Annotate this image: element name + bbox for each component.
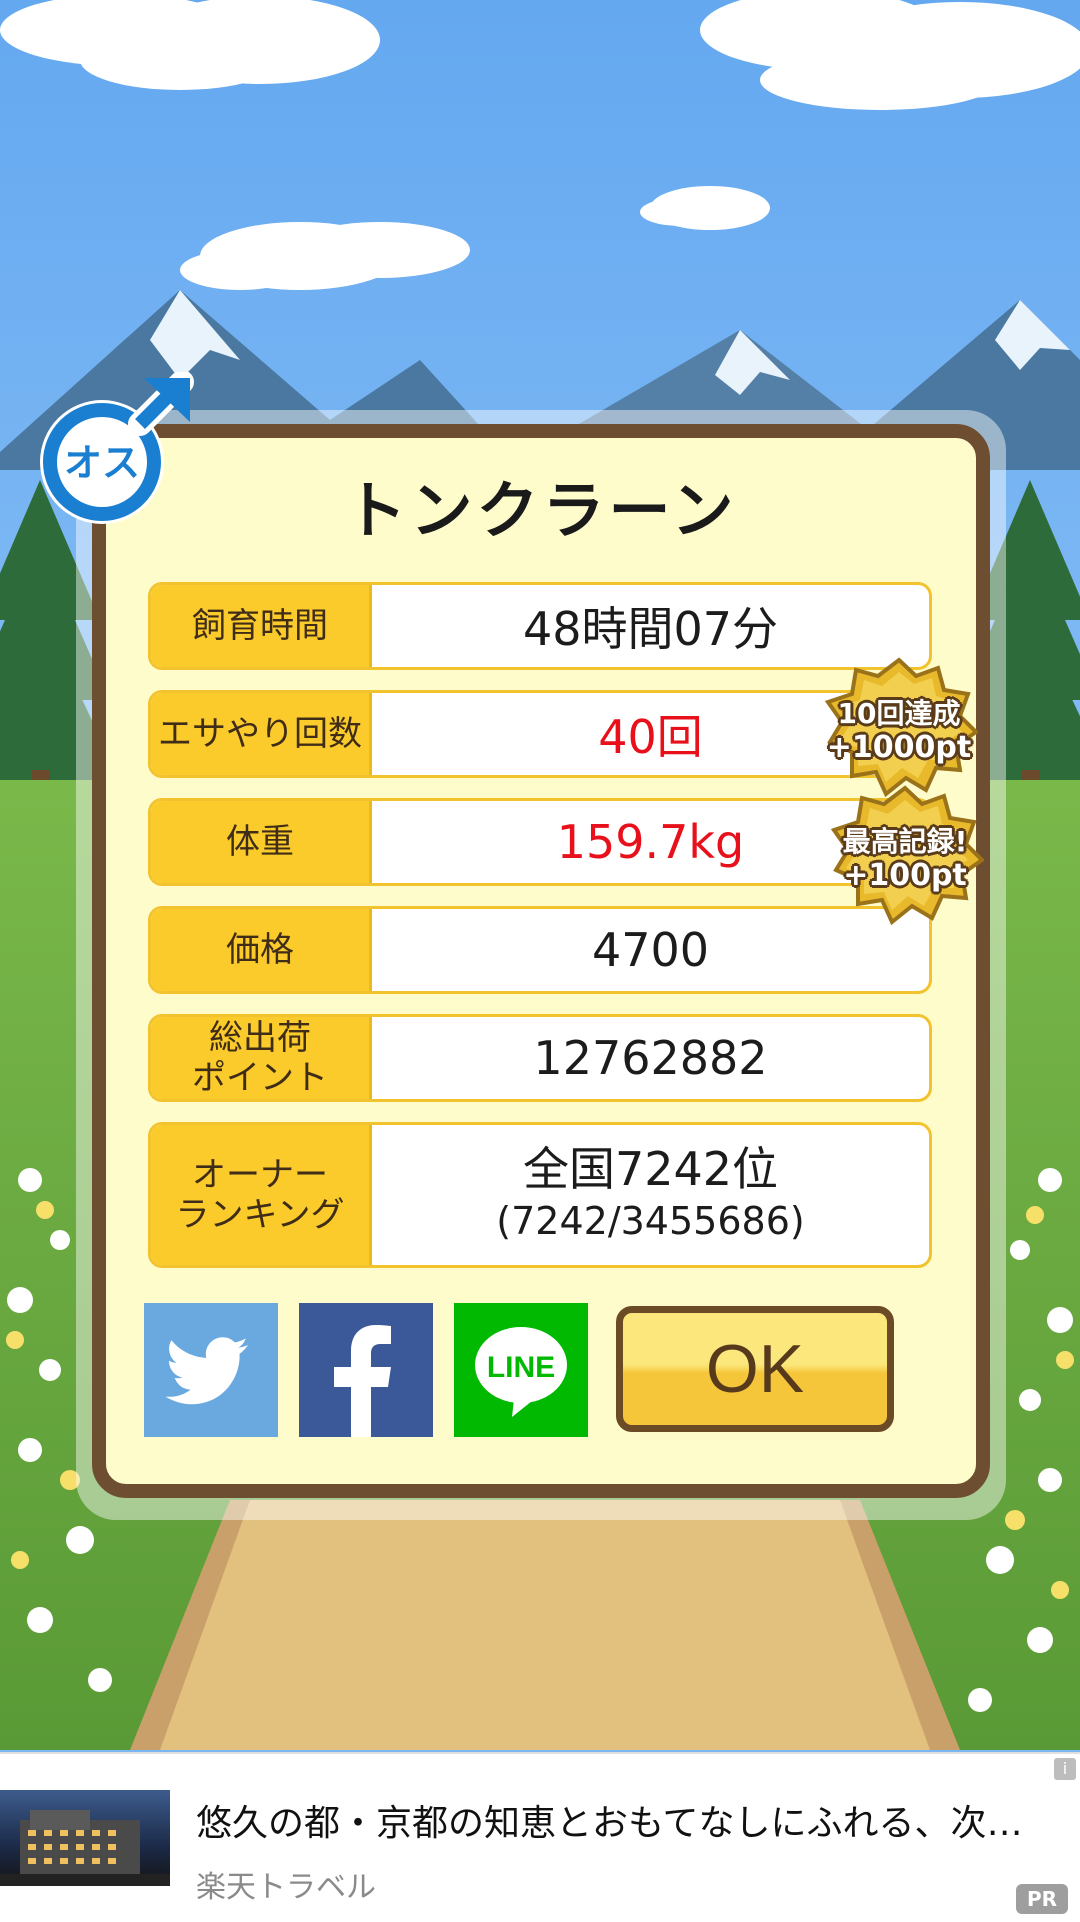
stat-value: 48時間07分 (522, 602, 779, 656)
stat-row-price: 価格 4700 (148, 906, 932, 994)
stat-label: 総出荷 ポイント (151, 1017, 372, 1099)
line-share-button[interactable]: LINE (454, 1303, 588, 1437)
stat-row-breeding-time: 飼育時間 48時間07分 (148, 582, 932, 670)
medal-line1: 10回達成 (837, 697, 961, 730)
ad-hotel-image[interactable] (0, 1790, 170, 1886)
hotel-photo (0, 1810, 170, 1886)
pig-name-title: トンクラーン (344, 474, 738, 547)
stat-label: エサやり回数 (151, 693, 372, 775)
facebook-share-button[interactable] (299, 1303, 433, 1437)
medal-line2: +1000pt (826, 730, 972, 765)
ad-pr-badge: PR (1016, 1884, 1068, 1914)
ad-title[interactable]: 悠久の都・京都の知恵とおもてなしにふれる、次の… (196, 1794, 1056, 1846)
stat-row-owner-ranking: オーナー ランキング 全国7242位 (7242/3455686) (148, 1122, 932, 1268)
ad-banner[interactable]: 悠久の都・京都の知恵とおもてなしにふれる、次の… 楽天トラベル i PR (0, 1752, 1080, 1922)
ad-info-icon[interactable]: i (1054, 1758, 1076, 1780)
twitter-bird-icon (165, 1337, 248, 1405)
stat-label: 体重 (151, 801, 372, 883)
weight-medal-badge: 最高記録! +100pt (826, 784, 984, 926)
svg-text:LINE: LINE (487, 1351, 555, 1384)
medal-line1: 最高記録! (842, 825, 968, 858)
ok-button[interactable]: OK (616, 1306, 894, 1432)
stat-row-feed-count: エサやり回数 40回 (148, 690, 932, 778)
stat-row-weight: 体重 159.7kg (148, 798, 932, 886)
stat-label: 飼育時間 (151, 585, 372, 667)
ranking-rank: 全国7242位 (522, 1142, 779, 1196)
line-bubble-icon: LINE (475, 1327, 567, 1417)
ranking-label: オーナー ランキング (151, 1125, 372, 1265)
ad-advertiser: 楽天トラベル (196, 1870, 376, 1905)
stat-label: 価格 (151, 909, 372, 991)
ranking-value: 全国7242位 (7242/3455686) (372, 1125, 929, 1265)
stat-row-total-points: 総出荷 ポイント 12762882 (148, 1014, 932, 1102)
facebook-f-icon (334, 1325, 391, 1437)
medal-line2: +100pt (843, 858, 967, 893)
feed-medal-badge: 10回達成 +1000pt (820, 656, 978, 798)
ranking-detail: (7242/3455686) (496, 1199, 805, 1243)
twitter-share-button[interactable] (144, 1303, 278, 1437)
stat-value: 12762882 (533, 1031, 768, 1085)
